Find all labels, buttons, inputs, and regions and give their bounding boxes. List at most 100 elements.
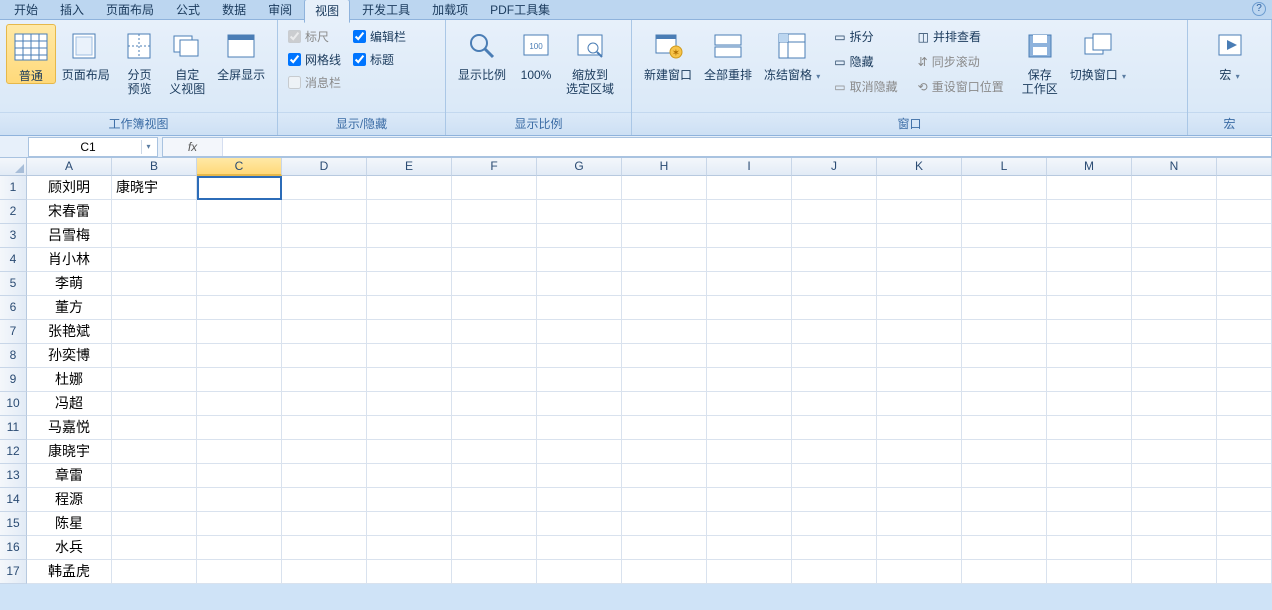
column-header-E[interactable]: E xyxy=(367,158,452,176)
cell-K2[interactable] xyxy=(877,200,962,224)
cell-J7[interactable] xyxy=(792,320,877,344)
cell-D1[interactable] xyxy=(282,176,367,200)
cell-D8[interactable] xyxy=(282,344,367,368)
cell-N8[interactable] xyxy=(1132,344,1217,368)
column-header-K[interactable]: K xyxy=(877,158,962,176)
cell-A9[interactable]: 杜娜 xyxy=(27,368,112,392)
cell-A12[interactable]: 康晓宇 xyxy=(27,440,112,464)
cell-A5[interactable]: 李萌 xyxy=(27,272,112,296)
cell-J14[interactable] xyxy=(792,488,877,512)
cell-C7[interactable] xyxy=(197,320,282,344)
cell-K5[interactable] xyxy=(877,272,962,296)
cell-C2[interactable] xyxy=(197,200,282,224)
view-normal-button[interactable]: 普通 xyxy=(6,24,56,84)
cell-M1[interactable] xyxy=(1047,176,1132,200)
cell-K9[interactable] xyxy=(877,368,962,392)
cell-D14[interactable] xyxy=(282,488,367,512)
cell-B17[interactable] xyxy=(112,560,197,584)
name-box-dropdown[interactable]: ▾ xyxy=(141,140,155,154)
row-header-15[interactable]: 15 xyxy=(0,512,27,536)
column-header-C[interactable]: C xyxy=(197,158,282,176)
cell-I17[interactable] xyxy=(707,560,792,584)
cell-B11[interactable] xyxy=(112,416,197,440)
cell-L9[interactable] xyxy=(962,368,1047,392)
cell-I2[interactable] xyxy=(707,200,792,224)
cell-G14[interactable] xyxy=(537,488,622,512)
view-custom-views-button[interactable]: 自定 义视图 xyxy=(163,24,211,96)
cell-K8[interactable] xyxy=(877,344,962,368)
cell-M10[interactable] xyxy=(1047,392,1132,416)
checkbox-headings[interactable]: 标题 xyxy=(353,51,406,68)
cell-A16[interactable]: 水兵 xyxy=(27,536,112,560)
cell-E6[interactable] xyxy=(367,296,452,320)
cell-D15[interactable] xyxy=(282,512,367,536)
cell-D16[interactable] xyxy=(282,536,367,560)
cell-E3[interactable] xyxy=(367,224,452,248)
zoom-to-selection-button[interactable]: 缩放到 选定区域 xyxy=(560,24,620,96)
column-header-B[interactable]: B xyxy=(112,158,197,176)
cell-D10[interactable] xyxy=(282,392,367,416)
cell-H16[interactable] xyxy=(622,536,707,560)
cell-J1[interactable] xyxy=(792,176,877,200)
cell-N3[interactable] xyxy=(1132,224,1217,248)
cell-J2[interactable] xyxy=(792,200,877,224)
column-header-J[interactable]: J xyxy=(792,158,877,176)
cell-C4[interactable] xyxy=(197,248,282,272)
freeze-panes-button[interactable]: 冻结窗格 ▾ xyxy=(758,24,826,84)
cell-D6[interactable] xyxy=(282,296,367,320)
arrange-all-button[interactable]: 全部重排 xyxy=(698,24,758,82)
split-button[interactable]: ▭拆分 xyxy=(830,26,901,47)
cell-D12[interactable] xyxy=(282,440,367,464)
cell-G7[interactable] xyxy=(537,320,622,344)
zoom-button[interactable]: 显示比例 xyxy=(452,24,512,82)
cell-M17[interactable] xyxy=(1047,560,1132,584)
cell-N7[interactable] xyxy=(1132,320,1217,344)
cell-B5[interactable] xyxy=(112,272,197,296)
cell-K13[interactable] xyxy=(877,464,962,488)
cell-C12[interactable] xyxy=(197,440,282,464)
cell-B3[interactable] xyxy=(112,224,197,248)
cell-I4[interactable] xyxy=(707,248,792,272)
cell-G6[interactable] xyxy=(537,296,622,320)
cell-K12[interactable] xyxy=(877,440,962,464)
row-header-14[interactable]: 14 xyxy=(0,488,27,512)
cell-D2[interactable] xyxy=(282,200,367,224)
cell-C16[interactable] xyxy=(197,536,282,560)
cell-N13[interactable] xyxy=(1132,464,1217,488)
row-header-12[interactable]: 12 xyxy=(0,440,27,464)
cell-I6[interactable] xyxy=(707,296,792,320)
cell-M3[interactable] xyxy=(1047,224,1132,248)
cell-H10[interactable] xyxy=(622,392,707,416)
fx-icon[interactable]: fx xyxy=(163,138,223,156)
cell-E4[interactable] xyxy=(367,248,452,272)
cell-G17[interactable] xyxy=(537,560,622,584)
row-header-4[interactable]: 4 xyxy=(0,248,27,272)
column-header-L[interactable]: L xyxy=(962,158,1047,176)
help-icon[interactable]: ? xyxy=(1252,2,1266,16)
cell-H17[interactable] xyxy=(622,560,707,584)
cell-G1[interactable] xyxy=(537,176,622,200)
cell-E5[interactable] xyxy=(367,272,452,296)
cell-C6[interactable] xyxy=(197,296,282,320)
cell-H1[interactable] xyxy=(622,176,707,200)
cell-N14[interactable] xyxy=(1132,488,1217,512)
cell-L11[interactable] xyxy=(962,416,1047,440)
cell-B15[interactable] xyxy=(112,512,197,536)
cell-J15[interactable] xyxy=(792,512,877,536)
cell-E15[interactable] xyxy=(367,512,452,536)
cell-J6[interactable] xyxy=(792,296,877,320)
cell-I11[interactable] xyxy=(707,416,792,440)
cell-F5[interactable] xyxy=(452,272,537,296)
cell-I12[interactable] xyxy=(707,440,792,464)
checkbox-formula-bar[interactable]: 编辑栏 xyxy=(353,28,406,45)
cell-I15[interactable] xyxy=(707,512,792,536)
name-box[interactable]: ▾ xyxy=(28,137,158,157)
row-header-13[interactable]: 13 xyxy=(0,464,27,488)
cell-L6[interactable] xyxy=(962,296,1047,320)
cell-E16[interactable] xyxy=(367,536,452,560)
column-header-G[interactable]: G xyxy=(537,158,622,176)
cell-M11[interactable] xyxy=(1047,416,1132,440)
switch-windows-button[interactable]: 切换窗口 ▾ xyxy=(1064,24,1132,84)
tab-review[interactable]: 审阅 xyxy=(258,0,302,21)
cell-H6[interactable] xyxy=(622,296,707,320)
